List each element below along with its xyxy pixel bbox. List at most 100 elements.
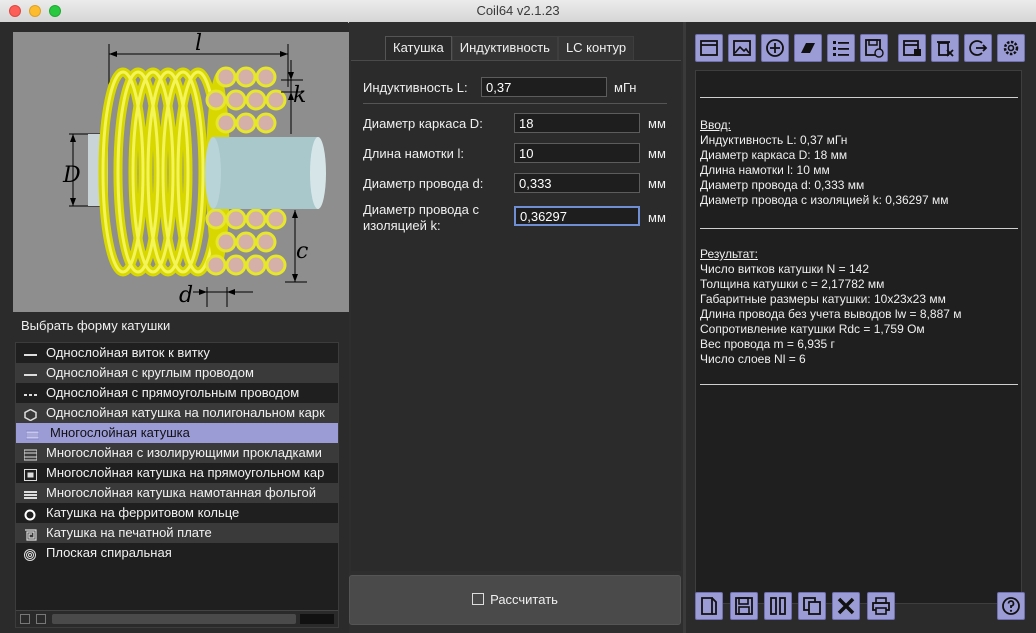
single-layer-icon <box>24 347 37 359</box>
inductance-input[interactable]: 0,37 <box>481 77 607 97</box>
copy-button[interactable] <box>798 592 826 620</box>
exit-button[interactable] <box>964 34 992 62</box>
input-line: Диаметр каркаса D: 18 мм <box>700 148 848 162</box>
wire-diameter-input[interactable]: 0,333 <box>514 173 640 193</box>
former-diameter-label: Диаметр каркаса D: <box>363 116 483 131</box>
save-icon <box>735 597 753 615</box>
copy-icon <box>803 597 821 615</box>
result-header: Результат: <box>700 247 758 261</box>
list-item[interactable]: Однослойная с круглым проводом <box>16 363 338 383</box>
result-line: Число витков катушки N = 142 <box>700 262 870 276</box>
print-button[interactable] <box>867 592 895 620</box>
horizontal-scrollbar[interactable] <box>16 610 338 627</box>
label-D: D <box>62 163 81 188</box>
list-item-label: Однослойная с круглым проводом <box>46 365 254 380</box>
label-c: c <box>296 239 308 264</box>
multilayer-icon <box>25 427 40 440</box>
tab-bar: Катушка Индуктивность LC контур <box>385 36 635 60</box>
scroll-thumb[interactable] <box>52 614 296 624</box>
list-item[interactable]: Катушка на печатной плате <box>16 523 338 543</box>
label-l: l <box>195 32 202 56</box>
image-button[interactable] <box>728 34 756 62</box>
foil-icon <box>24 487 37 499</box>
clear-icon <box>837 597 855 615</box>
round-wire-icon <box>24 367 37 379</box>
result-line: Габаритные размеры катушки: 10x23x23 мм <box>700 292 946 306</box>
input-line: Длина намотки l: 10 мм <box>700 163 830 177</box>
result-text-area[interactable]: Ввод: Индуктивность L: 0,37 мГн Диаметр … <box>695 70 1022 604</box>
plus-circle-icon <box>766 39 784 57</box>
former-diameter-input[interactable]: 18 <box>514 113 640 133</box>
input-line: Диаметр провода d: 0,333 мм <box>700 178 865 192</box>
eraser-icon <box>801 43 815 53</box>
columns-button[interactable] <box>764 592 792 620</box>
input-line: Индуктивность L: 0,37 мГн <box>700 133 848 147</box>
clear-input-button[interactable] <box>794 34 822 62</box>
rect-core-icon <box>24 467 37 481</box>
scroll-track-end <box>300 614 334 624</box>
scroll-left-button[interactable] <box>20 614 30 624</box>
delete-entry-button[interactable] <box>898 34 926 62</box>
list-item-selected[interactable]: Многослойная катушка <box>16 423 338 443</box>
inductance-label: Индуктивность L: <box>363 80 468 95</box>
list-item[interactable]: Катушка на ферритовом кольце <box>16 503 338 523</box>
list-item-label: Плоская спиральная <box>46 545 172 560</box>
spiral-icon <box>24 547 37 561</box>
save-button[interactable] <box>730 592 758 620</box>
wire-diameter-unit: мм <box>648 176 666 191</box>
calendar-delete-icon <box>903 40 921 56</box>
clear-button[interactable] <box>832 592 860 620</box>
image-icon <box>733 40 751 56</box>
list-item[interactable]: Многослойная катушка намотанная фольгой <box>16 483 338 503</box>
list-item[interactable]: Однослойная катушка на полигональном кар… <box>16 403 338 423</box>
result-line: Толщина катушки c = 2,17782 мм <box>700 277 885 291</box>
tab-coil[interactable]: Катушка <box>385 36 452 60</box>
output-rule <box>700 97 1018 98</box>
insulated-diameter-input[interactable]: 0,36297 <box>514 206 640 226</box>
calculate-button[interactable]: Рассчитать <box>349 575 681 625</box>
list-item-label: Катушка на печатной плате <box>46 525 212 540</box>
tab-lc-circuit[interactable]: LC контур <box>557 36 635 60</box>
delete-all-icon <box>937 41 954 57</box>
wire-diameter-label: Диаметр провода d: <box>363 176 484 191</box>
settings-button[interactable] <box>997 34 1025 62</box>
exit-icon <box>969 40 988 56</box>
list-item[interactable]: Однослойная с прямоугольным проводом <box>16 383 338 403</box>
title-bar: Coil64 v2.1.23 <box>0 0 1036 23</box>
label-k: k <box>293 83 306 108</box>
gap-icon <box>23 447 38 461</box>
winding-length-unit: мм <box>648 146 666 161</box>
window-title: Coil64 v2.1.23 <box>476 3 560 18</box>
coil-type-list[interactable]: Однослойная виток к витку Однослойная с … <box>15 342 339 628</box>
list-item[interactable]: Однослойная виток к витку <box>16 343 338 363</box>
result-line: Сопротивление катушки Rdc = 1,759 Ом <box>700 322 925 336</box>
coil-diagram: l D k c d <box>13 31 349 312</box>
help-icon <box>1002 597 1020 615</box>
columns-icon <box>770 597 786 615</box>
list-item[interactable]: Многослойная катушка на прямоугольном ка… <box>16 463 338 483</box>
winding-length-input[interactable]: 10 <box>514 143 640 163</box>
save-result-button[interactable] <box>860 34 888 62</box>
scroll-right-button[interactable] <box>36 614 46 624</box>
list-item[interactable]: Многослойная с изолирующими прокладками <box>16 443 338 463</box>
delete-all-button[interactable] <box>931 34 959 62</box>
list-item-label: Многослойная катушка намотанная фольгой <box>46 485 316 500</box>
insulated-diameter-label-1: Диаметр провода с <box>363 202 479 217</box>
list-item[interactable]: Плоская спиральная <box>16 543 338 563</box>
inductance-unit: мГн <box>614 80 637 95</box>
window-button[interactable] <box>695 34 723 62</box>
label-d: d <box>179 283 193 308</box>
help-button[interactable] <box>997 592 1025 620</box>
tab-inductance[interactable]: Индуктивность <box>451 36 558 60</box>
list-item-label: Многослойная катушка <box>50 425 190 440</box>
former-diameter-unit: мм <box>648 116 666 131</box>
list-item-label: Однослойная с прямоугольным проводом <box>46 385 300 400</box>
add-button[interactable] <box>761 34 789 62</box>
list-button[interactable] <box>827 34 855 62</box>
input-panel: Катушка Индуктивность LC контур Индуктив… <box>349 22 683 633</box>
open-button[interactable] <box>695 592 723 620</box>
coil-form: Индуктивность L: 0,37 мГн Диаметр каркас… <box>351 60 681 571</box>
pcb-icon <box>24 527 37 541</box>
output-rule <box>700 228 1018 229</box>
ring-icon <box>24 507 37 521</box>
